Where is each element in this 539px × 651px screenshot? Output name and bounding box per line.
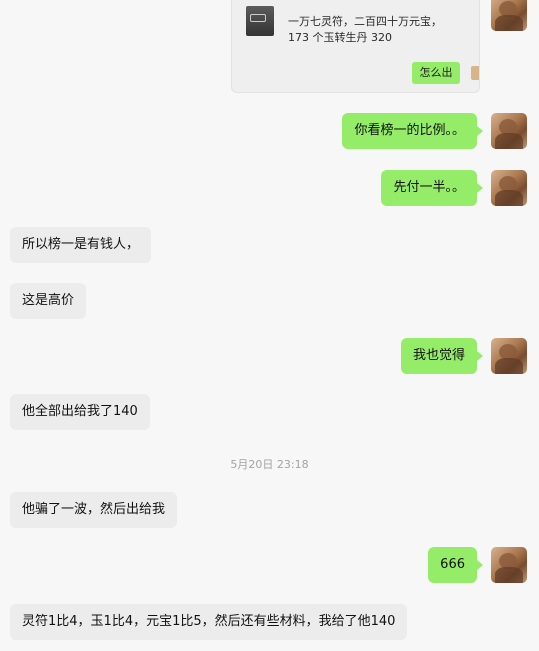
card-text: 一万七灵符，二百四十万元宝， 173 个玉转生丹 320	[288, 15, 442, 44]
message-row: 所以榜一是有钱人，	[10, 227, 152, 263]
message-row: 这是高价	[10, 283, 87, 319]
self-avatar-icon[interactable]	[491, 170, 527, 206]
card-action-button[interactable]: 怎么出	[412, 62, 460, 84]
shared-card[interactable]: 一万七灵符，二百四十万元宝， 173 个玉转生丹 320 怎么出	[231, 0, 480, 93]
self-avatar-icon[interactable]	[491, 113, 527, 149]
card-sticker-icon	[471, 66, 479, 80]
message-bubble-incoming[interactable]: 他全部出给我了140	[10, 394, 150, 430]
message-row: 他骗了一波，然后出给我	[10, 492, 178, 528]
chat-window: 一万七灵符，二百四十万元宝， 173 个玉转生丹 320 怎么出 你看榜一的比例…	[0, 0, 539, 651]
self-avatar-icon[interactable]	[491, 547, 527, 583]
message-row: 你看榜一的比例。。	[342, 113, 527, 149]
card-thumbnail-image	[246, 6, 274, 36]
self-avatar-icon[interactable]	[491, 338, 527, 374]
message-row: 666	[428, 547, 527, 583]
message-row: 我也觉得	[400, 338, 527, 374]
message-bubble-outgoing[interactable]: 我也觉得	[400, 338, 484, 374]
message-bubble-incoming[interactable]: 所以榜一是有钱人，	[10, 227, 152, 263]
message-row: 他全部出给我了140	[10, 394, 150, 430]
message-bubble-incoming[interactable]: 他骗了一波，然后出给我	[10, 492, 178, 528]
self-avatar-icon[interactable]	[491, 0, 527, 31]
message-row: 灵符1比4，玉1比4，元宝1比5，然后还有些材料，我给了他140	[10, 604, 408, 640]
message-bubble-outgoing[interactable]: 你看榜一的比例。。	[342, 113, 483, 149]
message-bubble-outgoing[interactable]: 666	[428, 547, 483, 583]
message-row: 先付一半。。	[381, 170, 527, 206]
message-bubble-incoming[interactable]: 这是高价	[10, 283, 87, 319]
message-bubble-incoming[interactable]: 灵符1比4，玉1比4，元宝1比5，然后还有些材料，我给了他140	[10, 604, 408, 640]
message-timestamp: 5月20日 23:18	[230, 458, 309, 471]
message-bubble-outgoing[interactable]: 先付一半。。	[381, 170, 483, 206]
